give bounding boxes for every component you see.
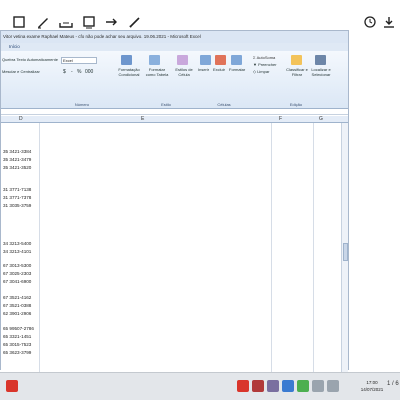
- table-cell[interactable]: 65 3623-3799: [3, 350, 31, 355]
- table-cell[interactable]: 31 3771-7378: [3, 195, 31, 200]
- taskbar-app-icon[interactable]: [252, 380, 264, 392]
- system-clock[interactable]: 17:00 14/07/2021: [352, 379, 392, 393]
- column-header-f[interactable]: F: [279, 116, 282, 122]
- column-divider: [39, 123, 40, 375]
- table-cell[interactable]: 34 3213-4101: [3, 249, 31, 254]
- clear-label: Limpar: [257, 69, 270, 74]
- cell-grid[interactable]: 35 3421-3384 35 3421-3479 35 3421-3520 3…: [1, 123, 341, 375]
- percent-button[interactable]: %: [77, 69, 81, 75]
- window-title: Vitor vetina exame Raphael Mateus - cfo …: [1, 31, 348, 43]
- fill-button[interactable]: ▼ Preencher: [253, 62, 277, 67]
- scroll-thumb[interactable]: [343, 243, 348, 261]
- column-divider: [313, 123, 314, 375]
- sort-filter-button[interactable]: Classificar e Filtrar: [285, 67, 309, 77]
- excel-window: Vitor vetina exame Raphael Mateus - cfo …: [0, 30, 349, 393]
- sort-filter-icon[interactable]: [291, 55, 302, 65]
- fill-label: Preencher: [258, 62, 277, 67]
- table-cell[interactable]: 34 3213-5400: [3, 241, 31, 246]
- download-icon[interactable]: [380, 14, 398, 32]
- cell-styles-icon[interactable]: [177, 55, 188, 65]
- group-editing-label: Edição: [289, 102, 303, 107]
- table-cell[interactable]: 65 99507-2786: [3, 326, 34, 331]
- taskbar-app-icon[interactable]: [297, 380, 309, 392]
- thousands-button[interactable]: 000: [85, 69, 93, 75]
- column-headers: D E F G: [1, 116, 348, 123]
- table-cell[interactable]: 67 3041-6900: [3, 279, 31, 284]
- taskbar-app-icon[interactable]: [267, 380, 279, 392]
- format-icon[interactable]: [231, 55, 242, 65]
- format-table-icon[interactable]: [149, 55, 160, 65]
- insert-button[interactable]: Inserir: [198, 67, 209, 72]
- find-select-icon[interactable]: [315, 55, 326, 65]
- ribbon-tabs: Início: [1, 43, 348, 51]
- conditional-format-button[interactable]: Formatação Condicional: [117, 67, 141, 77]
- taskbar-app-icon[interactable]: [237, 380, 249, 392]
- table-cell[interactable]: 31 3771-7138: [3, 187, 31, 192]
- clear-button[interactable]: ◇ Limpar: [253, 69, 269, 74]
- column-divider: [271, 123, 272, 375]
- table-cell[interactable]: 67 3521-0388: [3, 303, 31, 308]
- ribbon: Quebra Texto Automaticamente Mesclar e C…: [1, 51, 348, 109]
- currency-button[interactable]: $: [63, 69, 66, 75]
- insert-icon[interactable]: [200, 55, 211, 65]
- merge-center-button[interactable]: Mesclar e Centralizar: [2, 69, 40, 74]
- column-header-e[interactable]: E: [141, 116, 144, 122]
- table-cell[interactable]: 35 3421-3384: [3, 149, 31, 154]
- table-cell[interactable]: 35 3421-3520: [3, 165, 31, 170]
- number-format-select[interactable]: Excel: [61, 57, 97, 64]
- autosum-button[interactable]: Σ AutoSoma: [253, 55, 275, 60]
- delete-button[interactable]: Excluir: [213, 67, 225, 72]
- history-icon[interactable]: [361, 14, 379, 32]
- table-cell[interactable]: 65 3321-1451: [3, 334, 31, 339]
- taskbar-app-icon[interactable]: [327, 380, 339, 392]
- group-styles-label: Estilo: [161, 102, 171, 107]
- column-header-d[interactable]: D: [19, 116, 23, 122]
- autosum-label: AutoSoma: [256, 55, 276, 60]
- start-button-icon[interactable]: [6, 380, 18, 392]
- column-header-g[interactable]: G: [319, 116, 323, 122]
- wrap-text-button[interactable]: Quebra Texto Automaticamente: [2, 57, 58, 62]
- taskbar: 17:00 14/07/2021 1 / 6: [0, 372, 400, 400]
- table-cell[interactable]: 67 3521-4162: [3, 295, 31, 300]
- delete-icon[interactable]: [215, 55, 226, 65]
- conditional-format-icon[interactable]: [121, 55, 132, 65]
- table-cell[interactable]: 65 3015-7523: [3, 342, 31, 347]
- tab-home[interactable]: Início: [9, 44, 20, 49]
- table-cell[interactable]: 31 3035-3759: [3, 203, 31, 208]
- format-table-button[interactable]: Formatar como Tabela: [145, 67, 169, 77]
- vertical-scrollbar[interactable]: [341, 123, 348, 375]
- table-cell[interactable]: 35 3421-3479: [3, 157, 31, 162]
- dash-button[interactable]: -: [71, 69, 73, 75]
- table-cell[interactable]: 67 3013-5300: [3, 263, 31, 268]
- format-button[interactable]: Formatar: [229, 67, 245, 72]
- group-cells-label: Células: [217, 102, 231, 107]
- clock-date: 14/07/2021: [360, 387, 384, 392]
- taskbar-app-icon[interactable]: [312, 380, 324, 392]
- table-cell[interactable]: 62 3901-2906: [3, 311, 31, 316]
- find-select-button[interactable]: Localizar e Selecionar: [308, 67, 334, 77]
- clock-time: 17:00: [366, 380, 378, 385]
- cell-styles-button[interactable]: Estilos de Célula: [173, 67, 195, 77]
- taskbar-app-icon[interactable]: [282, 380, 294, 392]
- formula-bar[interactable]: [1, 109, 348, 115]
- group-number-label: Número: [74, 102, 90, 107]
- page-indicator: 1 / 6: [387, 381, 399, 387]
- table-cell[interactable]: 67 3025-2303: [3, 271, 31, 276]
